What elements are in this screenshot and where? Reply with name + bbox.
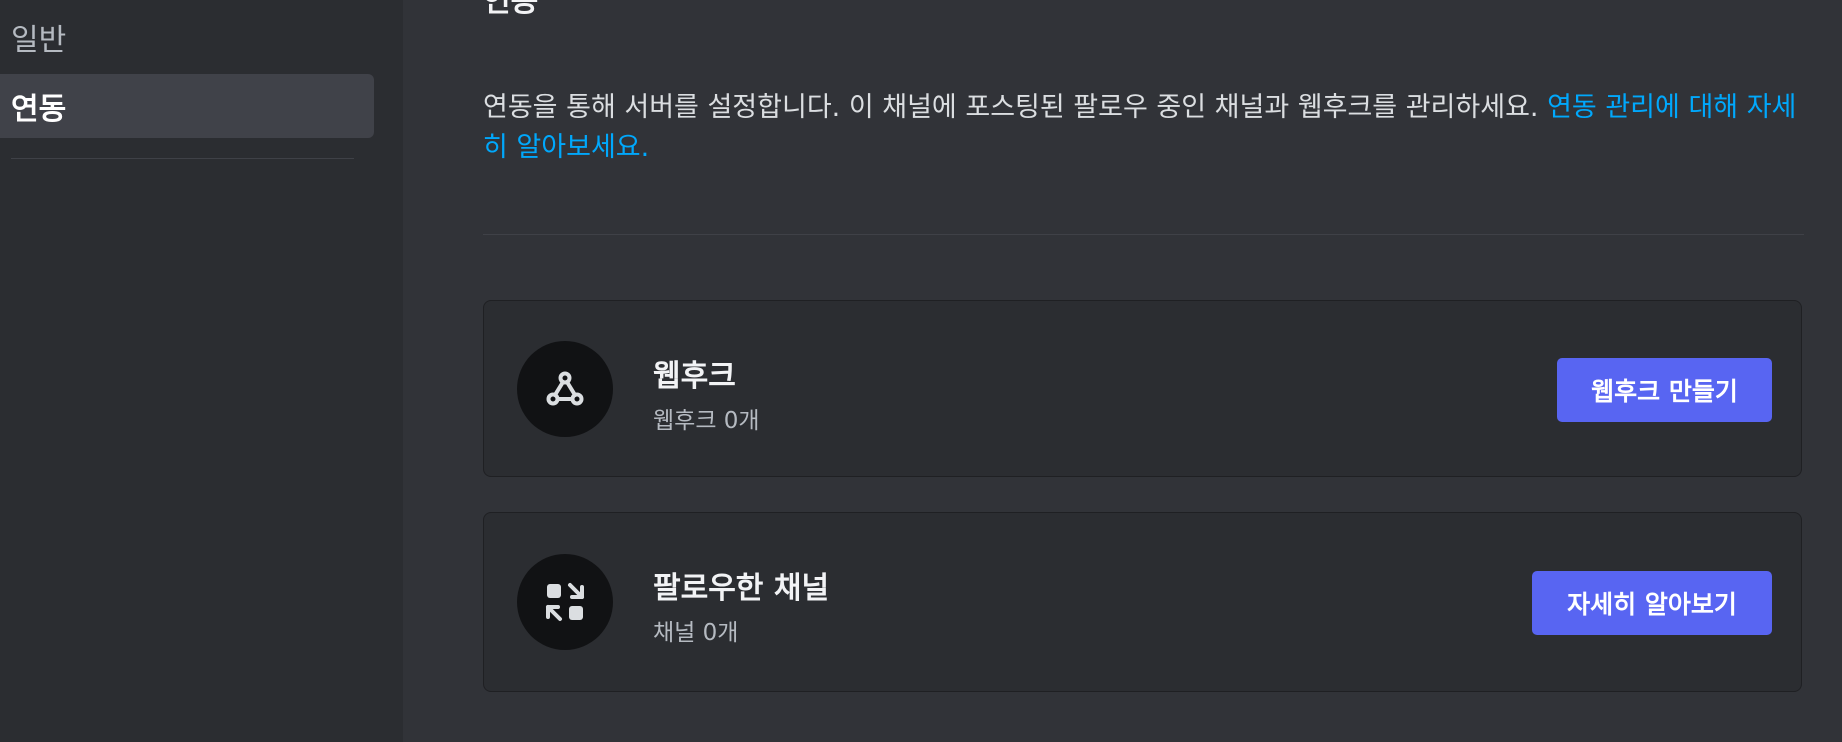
page-title: 연동 (483, 0, 539, 19)
sidebar-item-label: 연동 (11, 92, 67, 127)
integrations-description: 연동을 통해 서버를 설정합니다. 이 채널에 포스팅된 팔로우 중인 채널과 … (483, 88, 1813, 168)
create-webhook-button[interactable]: 웹후크 만들기 (1557, 358, 1772, 422)
followed-channels-card: 팔로우한 채널 채널 0개 자세히 알아보기 (483, 512, 1802, 692)
sidebar-item-label: 일반 (11, 23, 67, 58)
card-title: 팔로우한 채널 (653, 571, 830, 606)
main-content: 연동 연동을 통해 서버를 설정합니다. 이 채널에 포스팅된 팔로우 중인 채… (403, 0, 1842, 742)
section-divider (483, 234, 1804, 235)
sidebar-divider (11, 158, 354, 159)
webhook-icon (517, 341, 613, 437)
card-subtitle: 채널 0개 (653, 620, 739, 646)
card-title: 웹후크 (653, 359, 736, 394)
description-text: 연동을 통해 서버를 설정합니다. 이 채널에 포스팅된 팔로우 중인 채널과 … (483, 92, 1548, 123)
sidebar-item-general[interactable]: 일반 (0, 5, 374, 69)
settings-sidebar: 일반 연동 (0, 0, 403, 742)
learn-more-button[interactable]: 자세히 알아보기 (1532, 571, 1772, 635)
webhook-card: 웹후크 웹후크 0개 웹후크 만들기 (483, 300, 1802, 477)
follow-channel-icon (517, 554, 613, 650)
sidebar-item-integrations[interactable]: 연동 (0, 74, 374, 138)
card-subtitle: 웹후크 0개 (653, 408, 760, 434)
app-window: 일반 연동 연동 연동을 통해 서버를 설정합니다. 이 채널에 포스팅된 팔로… (0, 0, 1842, 742)
